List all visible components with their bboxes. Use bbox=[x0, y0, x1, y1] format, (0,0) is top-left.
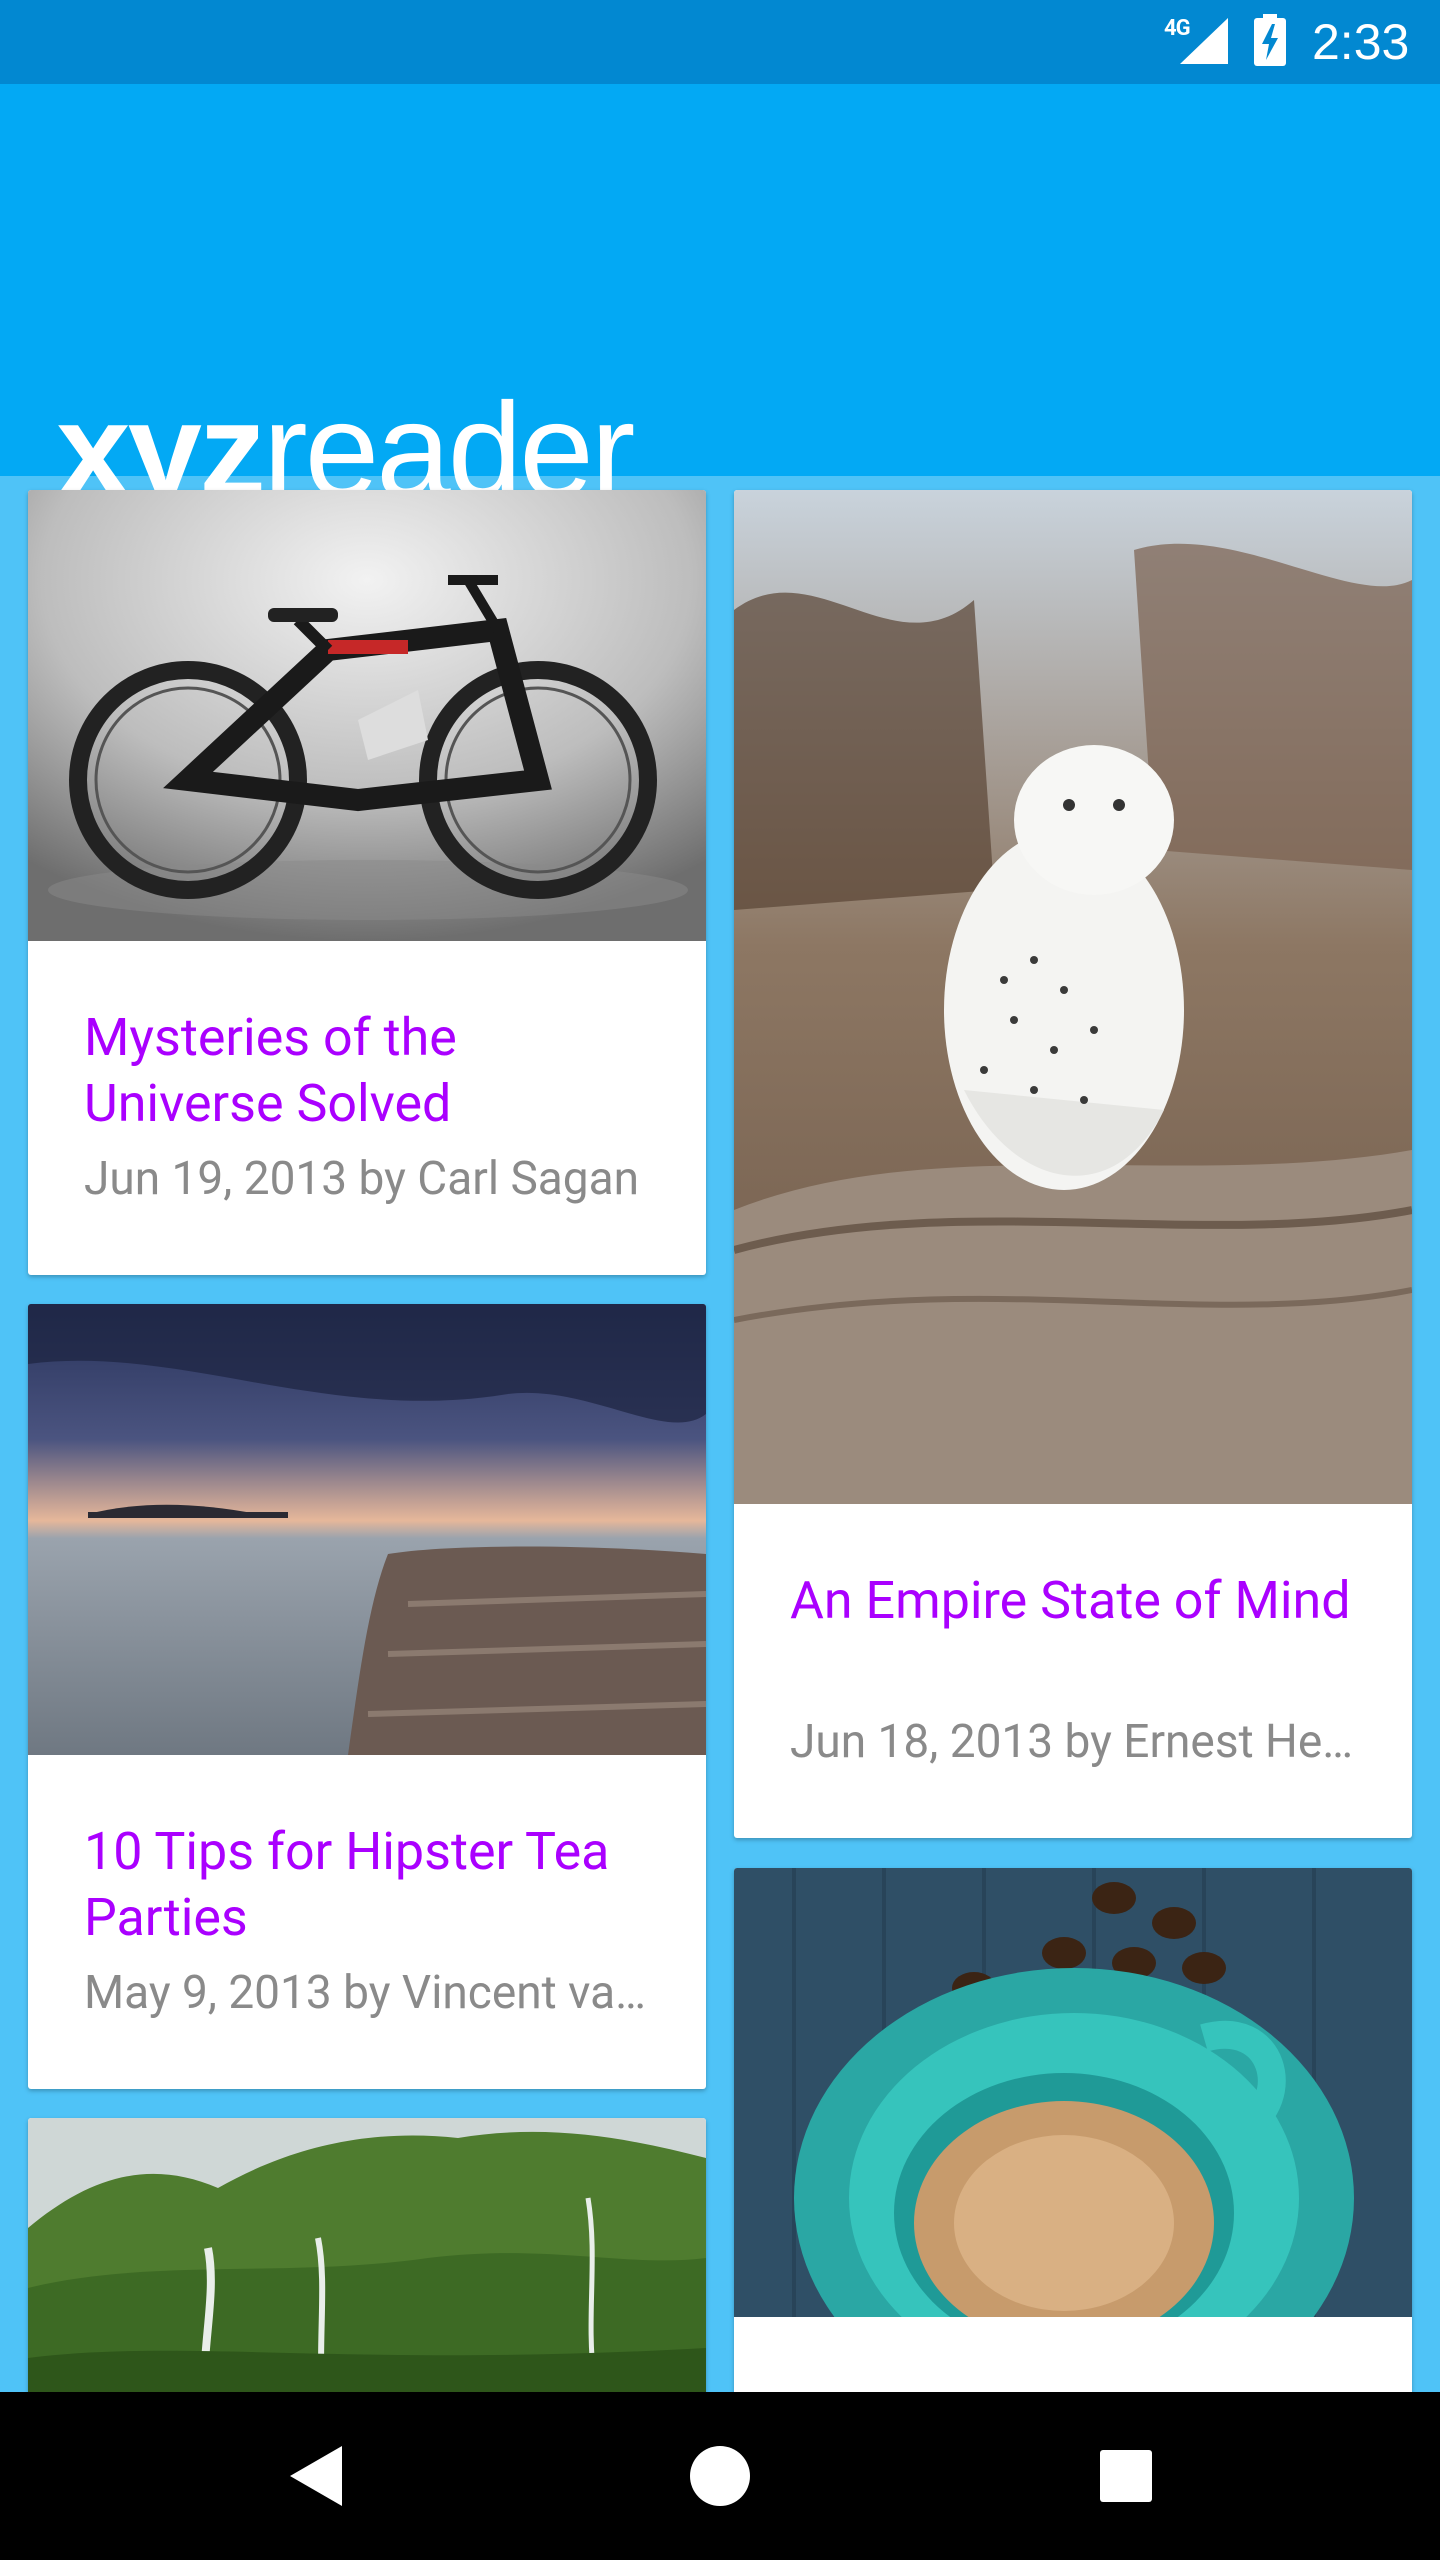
app-bar: xyzreader bbox=[0, 84, 1440, 518]
article-thumbnail-snowy-owl bbox=[734, 490, 1412, 1504]
article-title: An Empire State of Mind bbox=[790, 1570, 1351, 1631]
article-thumbnail-sunset-coast bbox=[28, 1304, 706, 1755]
status-bar: 4G 2:33 bbox=[0, 0, 1440, 84]
article-card[interactable] bbox=[28, 2118, 706, 2418]
article-thumbnail-coffee-cup bbox=[734, 1868, 1412, 2317]
clock: 2:33 bbox=[1312, 14, 1410, 70]
article-byline: Jun 19, 2013 by Carl Sagan bbox=[84, 1152, 640, 1206]
navigation-bar bbox=[0, 2392, 1440, 2560]
screen: 4G 2:33 xyzreader Mysteries of the Unive… bbox=[0, 0, 1440, 2560]
signal-icon bbox=[1180, 18, 1228, 64]
back-icon[interactable] bbox=[272, 2432, 360, 2520]
article-card[interactable]: An Empire State of Mind Jun 18, 2013 by … bbox=[734, 490, 1412, 1838]
home-icon[interactable] bbox=[676, 2432, 764, 2520]
article-title: 10 Tips for Hipster Tea Parties bbox=[84, 1821, 610, 1948]
article-card[interactable]: Mysteries of the Universe Solved Jun 19,… bbox=[28, 490, 706, 1275]
article-byline: May 9, 2013 by Vincent van Gogh bbox=[84, 1966, 650, 2020]
article-thumbnail-green-cliffs-waterfalls bbox=[28, 2118, 706, 2418]
recents-icon[interactable] bbox=[1082, 2432, 1170, 2520]
article-title: Mysteries of the Universe Solved bbox=[84, 1007, 457, 1134]
article-card[interactable] bbox=[734, 1868, 1412, 2428]
battery-charging-icon bbox=[1254, 14, 1286, 66]
article-byline: Jun 18, 2013 by Ernest Hemingway bbox=[790, 1715, 1356, 1769]
article-card[interactable]: 10 Tips for Hipster Tea Parties May 9, 2… bbox=[28, 1304, 706, 2089]
article-thumbnail-bicycle bbox=[28, 490, 706, 941]
